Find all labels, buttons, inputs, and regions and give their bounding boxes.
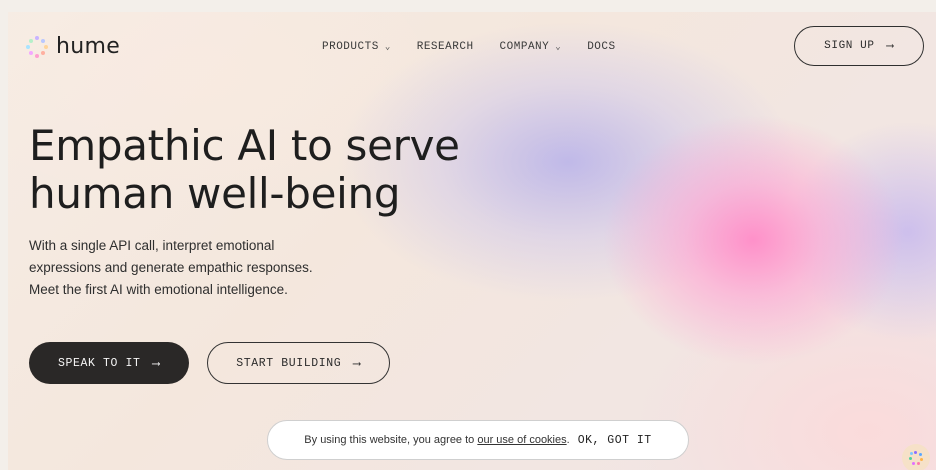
- nav-item-research[interactable]: RESEARCH: [417, 41, 474, 53]
- sign-up-button[interactable]: SIGN UP ⟶: [794, 26, 924, 66]
- start-building-button[interactable]: START BUILDING ⟶: [207, 342, 390, 384]
- subtitle-line-2: expressions and generate empathic respon…: [29, 260, 313, 275]
- dotted-circle-fab-icon: [909, 451, 923, 465]
- arrow-right-icon: ⟶: [353, 357, 361, 371]
- chevron-down-icon: ⌄: [384, 42, 391, 52]
- cookie-text: By using this website, you agree to our …: [304, 434, 569, 446]
- cookie-accept-button[interactable]: OK, GOT IT: [578, 434, 652, 447]
- subtitle-line-3: Meet the first AI with emotional intelli…: [29, 282, 288, 297]
- headline-line-2: human well-being: [29, 169, 401, 218]
- subtitle-line-1: With a single API call, interpret emotio…: [29, 238, 275, 253]
- sign-up-label: SIGN UP: [824, 40, 875, 52]
- nav-item-products[interactable]: PRODUCTS ⌄: [322, 41, 391, 53]
- nav-item-label: RESEARCH: [416, 41, 474, 53]
- nav-item-label: COMPANY: [499, 41, 550, 53]
- hero-subtitle: With a single API call, interpret emotio…: [29, 235, 313, 301]
- nav-item-label: PRODUCTS: [322, 41, 379, 53]
- speak-to-it-label: SPEAK TO IT: [57, 356, 141, 370]
- cookie-policy-link[interactable]: our use of cookies: [477, 434, 566, 446]
- nav-item-label: DOCS: [587, 41, 616, 53]
- headline-line-1: Empathic AI to serve: [29, 121, 460, 170]
- page-frame: hume PRODUCTS ⌄ RESEARCH COMPANY ⌄ DOCS …: [8, 12, 936, 470]
- main-nav: PRODUCTS ⌄ RESEARCH COMPANY ⌄ DOCS: [322, 41, 616, 53]
- cookie-banner: By using this website, you agree to our …: [267, 420, 689, 460]
- brand-name: hume: [56, 34, 121, 59]
- assistant-fab-button[interactable]: [902, 444, 930, 470]
- brand-logo[interactable]: hume: [26, 34, 120, 59]
- nav-item-docs[interactable]: DOCS: [587, 41, 615, 53]
- start-building-label: START BUILDING: [236, 356, 342, 370]
- hero-headline: Empathic AI to serve human well-being: [29, 122, 460, 218]
- speak-to-it-button[interactable]: SPEAK TO IT ⟶: [29, 342, 189, 384]
- dotted-circle-logo-icon: [26, 35, 48, 58]
- arrow-right-icon: ⟶: [152, 357, 161, 371]
- chevron-down-icon: ⌄: [555, 42, 562, 52]
- arrow-right-icon: ⟶: [886, 41, 894, 53]
- cookie-period: .: [566, 434, 570, 446]
- cookie-message: By using this website, you agree to: [304, 434, 475, 446]
- nav-item-company[interactable]: COMPANY ⌄: [500, 41, 562, 53]
